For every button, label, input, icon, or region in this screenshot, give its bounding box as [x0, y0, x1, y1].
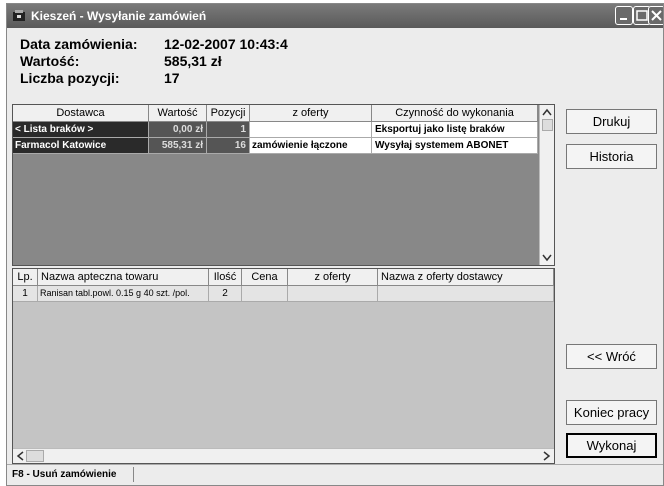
execute-button-label: Wykonaj	[586, 438, 637, 453]
item-count-label: Liczba pozycji:	[20, 70, 120, 86]
print-button-label: Drukuj	[592, 114, 631, 129]
history-button-label: Historia	[589, 149, 634, 164]
order-date-value: 12-02-2007 10:43:4	[164, 36, 288, 52]
action-cell[interactable]: Wysyłaj systemem ABONET	[372, 138, 538, 154]
items-horizontal-scrollbar[interactable]	[13, 448, 554, 463]
back-button-label: << Wróć	[587, 349, 636, 364]
window-title: Kieszeń - Wysyłanie zamówień	[31, 9, 207, 23]
value-cell: 585,31 zł	[149, 138, 207, 154]
order-date-label: Data zamówienia:	[20, 36, 138, 52]
item-count-value: 17	[164, 70, 180, 86]
col-header-lp[interactable]: Lp.	[13, 269, 38, 286]
col-header-action[interactable]: Czynność do wykonania	[372, 105, 538, 122]
offer-cell[interactable]	[250, 122, 372, 138]
minimize-icon	[620, 18, 627, 20]
offer-cell[interactable]: zamówienie łączone	[250, 138, 372, 154]
scroll-right-icon[interactable]	[543, 451, 551, 461]
positions-cell: 1	[207, 122, 250, 138]
back-button[interactable]: << Wróć	[566, 344, 657, 369]
order-value-value: 585,31 zł	[164, 53, 222, 69]
qty-cell: 2	[209, 286, 242, 302]
app-window: Kieszeń - Wysyłanie zamówień Data zamówi…	[6, 3, 664, 486]
col-header-name[interactable]: Nazwa apteczna towaru	[38, 269, 209, 286]
status-hint: F8 - Usuń zamówienie	[9, 467, 134, 482]
status-bar: F8 - Usuń zamówienie	[7, 464, 663, 485]
print-button[interactable]: Drukuj	[566, 109, 657, 134]
orders-grid[interactable]: Dostawca Wartość Pozycji z oferty Czynno…	[12, 104, 555, 266]
items-grid[interactable]: Lp. Nazwa apteczna towaru Ilość Cena z o…	[12, 268, 555, 464]
history-button[interactable]: Historia	[566, 144, 657, 169]
col-header-offer-name[interactable]: Nazwa z oferty dostawcy	[378, 269, 554, 286]
supplier-cell: Farmacol Katowice	[13, 138, 149, 154]
lp-cell: 1	[13, 286, 38, 302]
price-cell	[242, 286, 288, 302]
close-icon	[651, 10, 662, 21]
scroll-up-icon[interactable]	[542, 108, 552, 116]
col-header-offer[interactable]: z oferty	[250, 105, 372, 122]
col-header-qty[interactable]: Ilość	[209, 269, 242, 286]
col-header-supplier[interactable]: Dostawca	[13, 105, 149, 122]
positions-cell: 16	[207, 138, 250, 154]
from-offer-cell	[288, 286, 378, 302]
scroll-down-icon[interactable]	[542, 254, 552, 262]
scroll-thumb[interactable]	[26, 450, 44, 462]
name-cell: Ranisan tabl.powl. 0.15 g 40 szt. /pol.	[38, 286, 209, 302]
col-header-positions[interactable]: Pozycji	[207, 105, 250, 122]
minimize-button[interactable]	[615, 6, 633, 25]
offer-name-cell	[378, 286, 554, 302]
close-button[interactable]	[648, 6, 663, 25]
end-work-button[interactable]: Koniec pracy	[566, 400, 657, 425]
col-header-price[interactable]: Cena	[242, 269, 288, 286]
scroll-left-icon[interactable]	[16, 451, 24, 461]
order-value-label: Wartość:	[20, 53, 80, 69]
execute-button[interactable]: Wykonaj	[566, 433, 657, 458]
orders-vertical-scrollbar[interactable]	[539, 105, 554, 265]
app-icon	[13, 10, 25, 21]
scroll-thumb[interactable]	[542, 119, 553, 131]
title-bar[interactable]: Kieszeń - Wysyłanie zamówień	[7, 4, 663, 28]
value-cell: 0,00 zł	[149, 122, 207, 138]
col-header-value[interactable]: Wartość	[149, 105, 207, 122]
col-header-from-offer[interactable]: z oferty	[288, 269, 378, 286]
supplier-cell: < Lista braków >	[13, 122, 149, 138]
end-work-button-label: Koniec pracy	[573, 405, 650, 420]
action-cell[interactable]: Eksportuj jako listę braków	[372, 122, 538, 138]
